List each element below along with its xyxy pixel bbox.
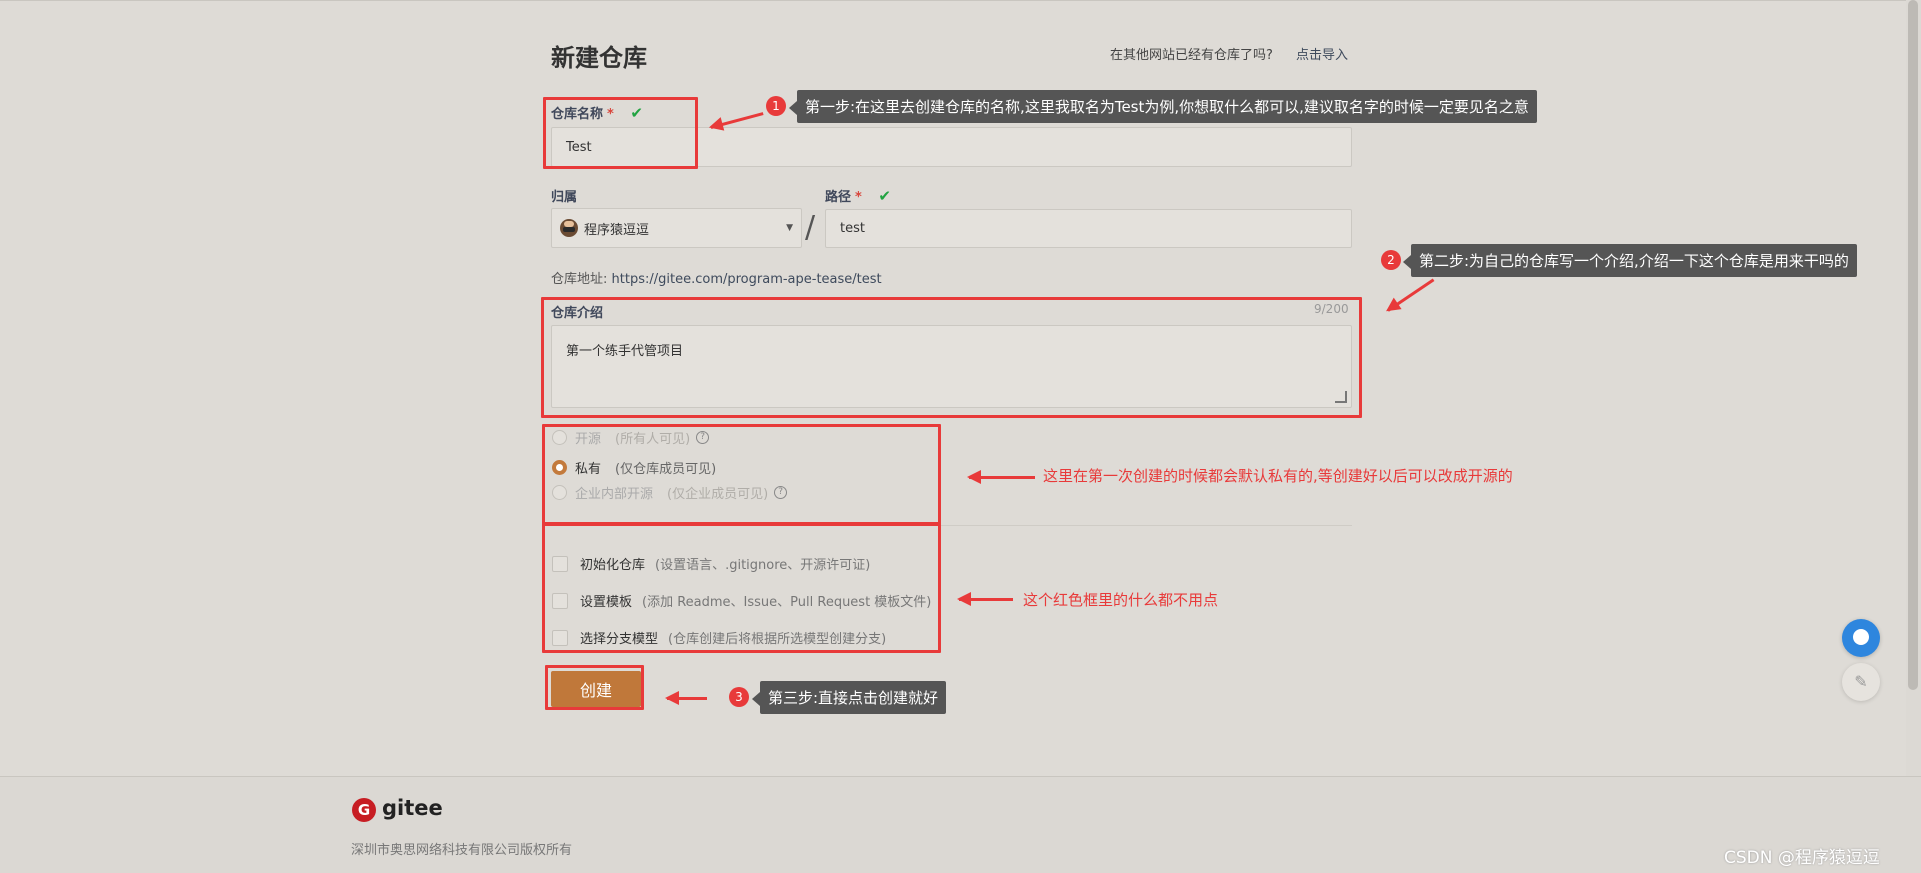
address-label: 仓库地址: bbox=[551, 272, 608, 287]
arrow-left-icon bbox=[1387, 278, 1435, 312]
repo-address: 仓库地址: https://gitee.com/program-ape-teas… bbox=[551, 268, 882, 287]
owner-select[interactable]: 程序猿逗逗 ▼ bbox=[551, 208, 802, 248]
path-separator: / bbox=[805, 210, 816, 245]
edit-feedback-icon[interactable]: ✎ bbox=[1842, 663, 1880, 701]
options-note: 这个红色框里的什么都不用点 bbox=[1023, 591, 1219, 609]
path-label: 路径 * ✔ bbox=[825, 186, 891, 205]
step-number-badge: 1 bbox=[766, 96, 786, 116]
annotation-box-visibility bbox=[542, 424, 941, 525]
footer bbox=[0, 776, 1921, 873]
copyright: 深圳市奥思网络科技有限公司版权所有 bbox=[351, 843, 573, 858]
top-border bbox=[0, 0, 1921, 1]
step-number-badge: 3 bbox=[729, 687, 749, 707]
avatar bbox=[560, 219, 578, 237]
annotation-box-options bbox=[542, 523, 941, 653]
path-value: test bbox=[840, 221, 865, 236]
visibility-note: 这里在第一次创建的时候都会默认私有的,等创建好以后可以改成开源的 bbox=[1043, 467, 1513, 485]
step2-tooltip: 第二步:为自己的仓库写一个介绍,介绍一下这个仓库是用来干吗的 bbox=[1403, 244, 1857, 277]
arrow-left-icon bbox=[665, 691, 707, 705]
annotation-box-intro bbox=[541, 297, 1362, 418]
path-input[interactable]: test bbox=[825, 209, 1352, 248]
address-value: https://gitee.com/program-ape-tease/test bbox=[611, 272, 882, 287]
page-title: 新建仓库 bbox=[551, 44, 647, 72]
annotation-box-create bbox=[545, 665, 644, 710]
owner-value: 程序猿逗逗 bbox=[584, 222, 650, 238]
check-icon: ✔ bbox=[878, 187, 891, 205]
owner-label: 归属 bbox=[551, 190, 578, 205]
annotation-box-name bbox=[543, 97, 698, 169]
scrollbar-thumb[interactable] bbox=[1908, 0, 1918, 690]
gitee-logo-icon[interactable]: G bbox=[352, 798, 376, 822]
import-link[interactable]: 点击导入 bbox=[1296, 44, 1348, 63]
path-label-text: 路径 bbox=[825, 190, 852, 205]
chat-icon[interactable] bbox=[1842, 619, 1880, 657]
step-number-badge: 2 bbox=[1381, 250, 1401, 270]
step1-tooltip: 第一步:在这里去创建仓库的名称,这里我取名为Test为例,你想取什么都可以,建议… bbox=[789, 90, 1537, 123]
step3-tooltip: 第三步:直接点击创建就好 bbox=[751, 681, 947, 714]
required-mark: * bbox=[855, 190, 862, 205]
gitee-logo-text[interactable]: gitee bbox=[382, 796, 443, 820]
arrow-left-icon bbox=[967, 470, 1035, 484]
import-prompt: 在其他网站已经有仓库了吗? bbox=[1110, 48, 1273, 63]
watermark: CSDN @程序猿逗逗 bbox=[1724, 848, 1880, 868]
arrow-left-icon bbox=[957, 592, 1013, 606]
chevron-down-icon: ▼ bbox=[786, 223, 793, 233]
